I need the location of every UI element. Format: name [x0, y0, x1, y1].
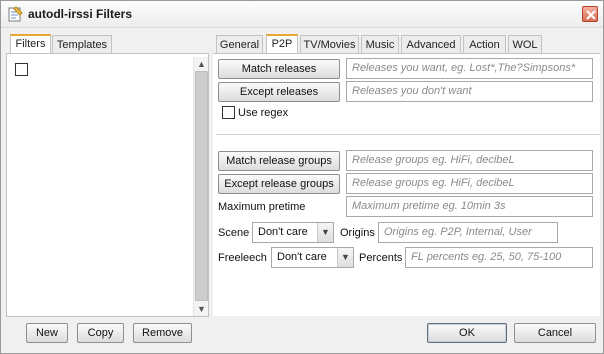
cancel-button[interactable]: Cancel: [514, 323, 596, 343]
tab-tv-movies[interactable]: TV/Movies: [300, 35, 359, 55]
tab-templates[interactable]: Templates: [52, 35, 112, 55]
origins-label: Origins: [340, 227, 375, 239]
use-regex-checkbox[interactable]: [222, 106, 235, 119]
except-releases-button[interactable]: Except releases: [218, 82, 340, 102]
match-releases-button[interactable]: Match releases: [218, 59, 340, 79]
filter-list[interactable]: [6, 53, 209, 317]
chevron-down-icon[interactable]: ▼: [337, 248, 353, 267]
match-releases-input[interactable]: Releases you want, eg. Lost*,The?Simpson…: [346, 58, 593, 79]
freeleech-label: Freeleech: [218, 252, 267, 264]
match-release-groups-input[interactable]: Release groups eg. HiFi, decibeL: [346, 150, 593, 171]
percents-input[interactable]: FL percents eg. 25, 50, 75-100: [405, 247, 593, 268]
tab-p2p[interactable]: P2P: [266, 34, 298, 55]
remove-button[interactable]: Remove: [133, 323, 192, 343]
tab-action[interactable]: Action: [463, 35, 506, 55]
filter-list-item-checkbox[interactable]: [15, 63, 28, 76]
origins-input[interactable]: Origins eg. P2P, Internal, User: [378, 222, 558, 243]
filter-list-scrollbar[interactable]: ▲ ▼: [193, 57, 208, 316]
scroll-up-icon[interactable]: ▲: [194, 57, 209, 71]
scroll-down-icon[interactable]: ▼: [194, 302, 209, 316]
title-bar[interactable]: autodl-irssi Filters: [1, 1, 603, 28]
percents-label: Percents: [359, 252, 403, 264]
freeleech-select[interactable]: Don't care ▼: [271, 247, 354, 268]
except-release-groups-input[interactable]: Release groups eg. HiFi, decibeL: [346, 173, 593, 194]
notepad-icon: [7, 6, 23, 22]
freeleech-select-value: Don't care: [277, 251, 327, 263]
tab-filters[interactable]: Filters: [10, 34, 51, 55]
close-icon: [586, 10, 596, 20]
scene-select[interactable]: Don't care ▼: [252, 222, 334, 243]
scene-label: Scene: [218, 227, 250, 239]
scene-select-value: Don't care: [258, 226, 308, 238]
filters-dialog: autodl-irssi Filters Filters Templates ▲…: [0, 0, 604, 354]
section-divider: [216, 134, 600, 135]
tab-advanced[interactable]: Advanced: [401, 35, 461, 55]
chevron-down-icon[interactable]: ▼: [317, 223, 333, 242]
new-button[interactable]: New: [26, 323, 68, 343]
tab-general[interactable]: General: [216, 35, 263, 55]
match-release-groups-button[interactable]: Match release groups: [218, 151, 340, 171]
tab-music[interactable]: Music: [361, 35, 399, 55]
except-release-groups-button[interactable]: Except release groups: [218, 174, 340, 194]
tab-wol[interactable]: WOL: [508, 35, 542, 55]
close-button[interactable]: [582, 6, 598, 22]
except-releases-input[interactable]: Releases you don't want: [346, 81, 593, 102]
scroll-thumb[interactable]: [195, 71, 208, 301]
maximum-pretime-label: Maximum pretime: [218, 201, 306, 213]
use-regex-label: Use regex: [238, 107, 289, 119]
ok-button[interactable]: OK: [427, 323, 507, 343]
window-title: autodl-irssi Filters: [28, 7, 133, 21]
copy-button[interactable]: Copy: [77, 323, 124, 343]
maximum-pretime-input[interactable]: Maximum pretime eg. 10min 3s: [346, 196, 593, 217]
